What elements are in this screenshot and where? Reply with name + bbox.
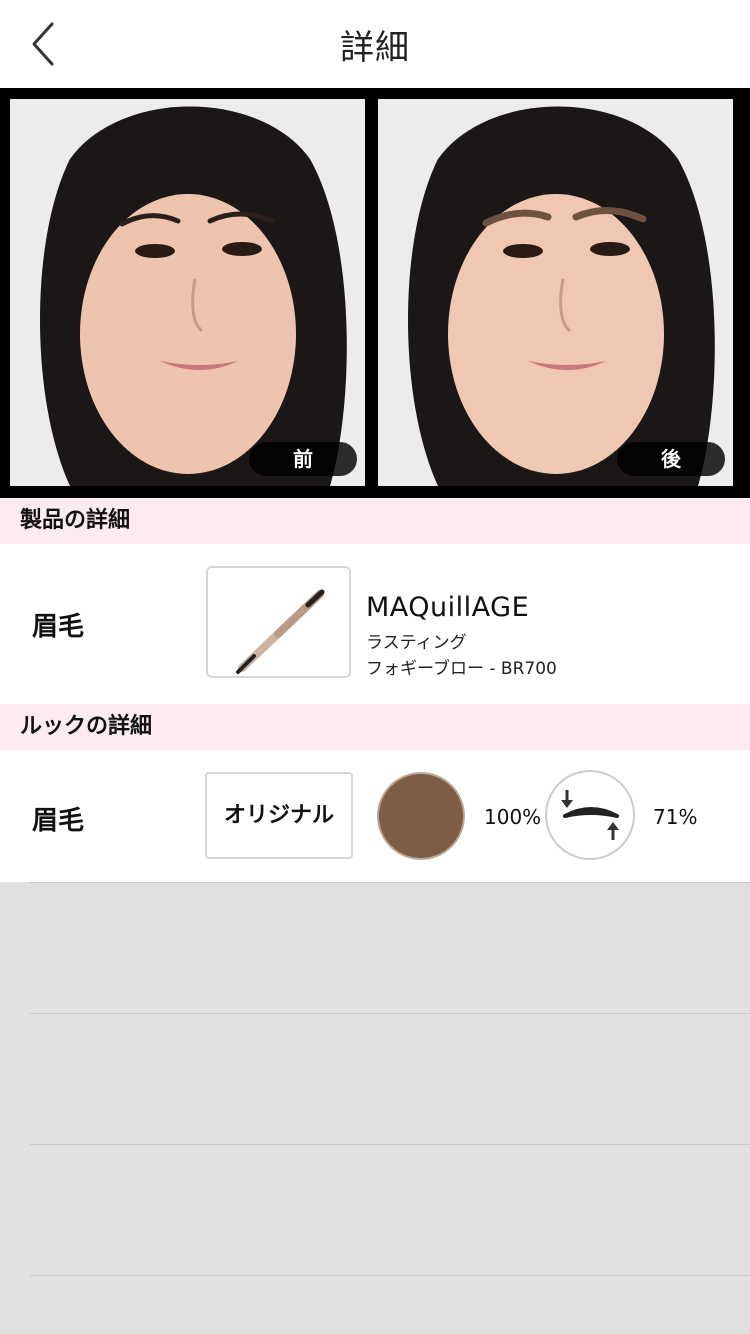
- look-row: 眉毛 オリジナル 100% 71%: [0, 750, 750, 882]
- style-original-button[interactable]: オリジナル: [205, 772, 353, 859]
- brow-shape-value: 71%: [653, 805, 698, 829]
- list-divider: [30, 1144, 750, 1145]
- list-divider: [30, 1013, 750, 1014]
- nav-bar: 詳細: [0, 0, 750, 88]
- look-category-label: 眉毛: [32, 806, 85, 836]
- after-label: 後: [617, 442, 725, 476]
- brow-shape-button[interactable]: [545, 770, 635, 860]
- list-divider: [30, 882, 750, 883]
- product-name-line1: ラスティング: [366, 633, 467, 653]
- before-after-photos: 前 後: [0, 88, 750, 498]
- before-photo: 前: [10, 99, 365, 486]
- product-thumbnail[interactable]: [206, 566, 351, 678]
- after-photo: 後: [378, 99, 733, 486]
- before-label: 前: [249, 442, 357, 476]
- color-intensity-value: 100%: [484, 805, 542, 829]
- brow-color-swatch[interactable]: [377, 772, 465, 860]
- eyebrow-pencil-icon: [236, 589, 325, 674]
- page-title: 詳細: [340, 28, 410, 68]
- list-divider: [30, 1275, 750, 1276]
- product-row[interactable]: 眉毛 MAQuillAGE ラスティング フォギーブロー - BR700: [0, 544, 750, 704]
- look-details-header: ルックの詳細: [0, 704, 750, 750]
- brow-shape-icon: [561, 790, 619, 840]
- product-brand: MAQuillAGE: [366, 592, 530, 623]
- product-category-label: 眉毛: [32, 612, 85, 642]
- product-name-line2: フォギーブロー - BR700: [366, 659, 557, 679]
- product-details-header: 製品の詳細: [0, 498, 750, 544]
